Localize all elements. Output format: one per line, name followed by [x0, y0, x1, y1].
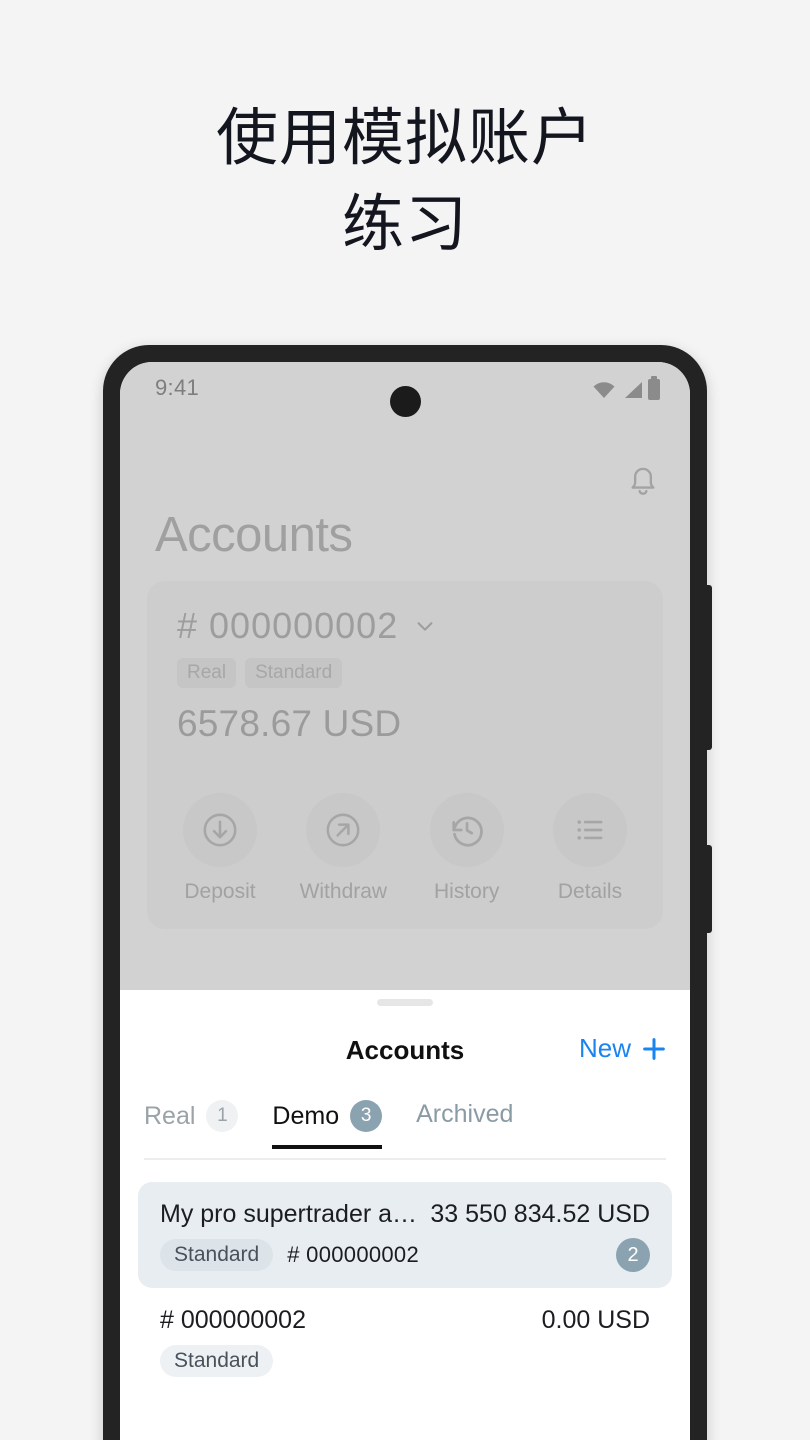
dimmed-screen-title: Accounts — [155, 508, 353, 562]
list-details-icon — [577, 820, 603, 840]
tab-archived[interactable]: Archived — [416, 1100, 513, 1146]
account-badges: Real Standard — [177, 658, 343, 688]
deposit-icon-container — [183, 793, 257, 867]
account-number: # 000000002 — [177, 605, 399, 646]
tab-active-indicator — [272, 1145, 383, 1149]
tab-real[interactable]: Real 1 — [144, 1100, 239, 1149]
deposit-label: Deposit — [184, 880, 256, 903]
account-row-secondary: Standard # 000000002 2 — [160, 1238, 650, 1272]
tab-demo-badge: 3 — [350, 1100, 383, 1132]
account-badge-standard: Standard — [245, 658, 343, 688]
tabs-divider — [144, 1158, 666, 1160]
deposit-button[interactable]: Deposit — [165, 793, 275, 904]
withdraw-label: Withdraw — [299, 880, 388, 903]
details-label: Details — [557, 880, 623, 903]
account-row-count-badge: 2 — [616, 1238, 650, 1272]
account-row-amount: 0.00 USD — [541, 1306, 650, 1334]
list-item[interactable]: My pro supertrader a… 33 550 834.52 USD … — [138, 1182, 672, 1288]
details-button[interactable]: Details — [535, 793, 645, 904]
account-row-primary: My pro supertrader a… 33 550 834.52 USD — [160, 1200, 650, 1229]
account-row-type-badge: Standard — [160, 1345, 274, 1377]
tab-archived-label: Archived — [416, 1100, 514, 1128]
status-bar-icons — [592, 376, 660, 400]
account-row-secondary: Standard — [160, 1344, 650, 1378]
plus-icon — [643, 1037, 665, 1060]
accounts-bottom-sheet: Accounts New Real 1 Demo 3 Archived My p… — [120, 990, 690, 1440]
front-camera-punch-hole-icon — [390, 386, 421, 417]
phone-screen: 9:41 Accounts # 000000002 Real Standard … — [120, 362, 690, 1440]
cellular-signal-icon — [625, 381, 642, 398]
account-type-tabs: Real 1 Demo 3 Archived — [144, 1100, 666, 1160]
status-bar-clock: 9:41 — [155, 375, 200, 400]
account-row-amount: 33 550 834.52 USD — [430, 1200, 650, 1228]
bell-icon — [631, 467, 655, 495]
account-actions: Deposit Withdraw History Details — [165, 793, 645, 904]
tab-demo-label: Demo — [272, 1101, 340, 1130]
notifications-button[interactable] — [620, 460, 666, 506]
account-number-selector[interactable]: # 000000002 — [177, 605, 436, 647]
withdraw-arrow-up-right-icon — [326, 813, 360, 847]
tab-demo[interactable]: Demo 3 — [272, 1100, 383, 1149]
account-row-meta: Standard # 000000002 — [160, 1239, 419, 1271]
volume-button[interactable] — [705, 845, 712, 933]
history-button[interactable]: History — [412, 793, 522, 904]
new-account-button[interactable]: New — [579, 1033, 668, 1064]
battery-icon — [648, 376, 660, 400]
accounts-list: My pro supertrader a… 33 550 834.52 USD … — [120, 1182, 690, 1394]
sheet-header: Accounts New — [120, 1033, 690, 1077]
page-title: 使用模拟账户 练习 — [215, 104, 594, 259]
account-row-primary: # 000000002 0.00 USD — [160, 1306, 650, 1335]
history-icon-container — [429, 793, 504, 867]
withdraw-icon-container — [306, 793, 381, 867]
account-row-type-badge: Standard — [160, 1239, 274, 1271]
sheet-drag-handle[interactable] — [377, 999, 433, 1006]
history-clock-icon — [452, 816, 483, 847]
power-button[interactable] — [705, 585, 712, 750]
account-row-number: # 000000002 — [287, 1242, 420, 1267]
account-summary-card[interactable]: # 000000002 Real Standard 6578.67 USD De… — [147, 581, 663, 929]
account-balance: 6578.67 USD — [177, 703, 402, 744]
withdraw-button[interactable]: Withdraw — [288, 793, 398, 904]
account-row-name: # 000000002 — [160, 1306, 306, 1334]
details-icon-container — [552, 793, 627, 867]
new-account-label: New — [578, 1033, 631, 1063]
account-row-name: My pro supertrader a… — [160, 1200, 418, 1228]
history-label: History — [433, 880, 500, 903]
account-badge-real: Real — [177, 658, 237, 688]
wifi-icon — [593, 381, 615, 398]
tab-real-label: Real — [144, 1101, 196, 1130]
phone-frame-mockup: 9:41 Accounts # 000000002 Real Standard … — [103, 345, 712, 1440]
tab-real-badge: 1 — [206, 1100, 239, 1132]
deposit-arrow-down-icon — [203, 813, 237, 847]
list-item[interactable]: # 000000002 0.00 USD Standard — [138, 1288, 672, 1394]
account-row-meta: Standard — [160, 1345, 274, 1377]
chevron-down-icon — [417, 622, 433, 631]
dimmed-background-screen: 9:41 Accounts # 000000002 Real Standard … — [120, 362, 690, 990]
status-bar: 9:41 — [120, 362, 690, 417]
